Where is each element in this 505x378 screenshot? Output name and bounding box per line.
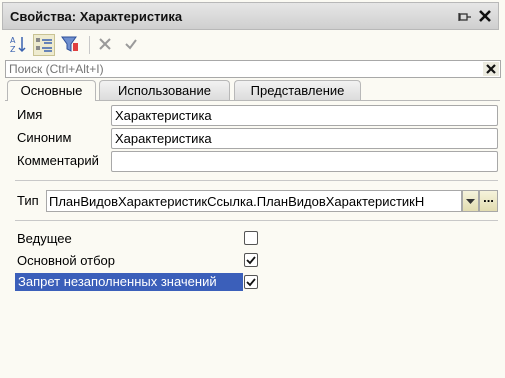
filter-icon xyxy=(61,36,78,52)
search-clear-button[interactable] xyxy=(483,62,499,76)
checkmark-icon xyxy=(246,256,256,265)
search-input[interactable] xyxy=(7,61,481,77)
type-value: ПланВидовХарактеристикСсылка.ПланВидовХа… xyxy=(49,194,425,209)
section-divider xyxy=(15,220,498,221)
synonym-label: Синоним xyxy=(17,130,72,145)
cancel-icon xyxy=(99,38,111,50)
apply-button[interactable] xyxy=(121,34,143,56)
categorized-view-icon xyxy=(36,38,52,52)
toolbar-separator xyxy=(89,36,90,54)
pin-icon[interactable] xyxy=(458,11,472,23)
comment-field-box xyxy=(111,151,498,172)
synonym-field-box xyxy=(111,128,498,149)
clear-icon xyxy=(486,64,496,74)
checkbox-label-leading: Ведущее xyxy=(17,231,72,246)
search-box xyxy=(5,60,501,78)
name-field[interactable] xyxy=(112,106,497,125)
sort-alphabetical-button[interactable]: A Z xyxy=(8,34,30,56)
type-select-button[interactable]: ... xyxy=(479,190,498,212)
checkbox-no-empty-values[interactable] xyxy=(244,275,258,289)
close-icon[interactable] xyxy=(478,9,492,23)
checkbox-main-filter[interactable] xyxy=(244,253,258,267)
sort-alphabetical-icon: A Z xyxy=(10,36,26,54)
checkmark-icon xyxy=(246,278,256,287)
toolbar: A Z xyxy=(2,31,499,59)
type-label: Тип xyxy=(17,193,39,208)
svg-text:A: A xyxy=(10,36,16,45)
checkbox-label-main-filter: Основной отбор xyxy=(17,253,116,268)
section-divider xyxy=(15,180,498,181)
comment-label: Комментарий xyxy=(17,153,99,168)
filter-button[interactable] xyxy=(60,34,82,56)
name-label: Имя xyxy=(17,107,43,122)
tab-presentation[interactable]: Представление xyxy=(234,80,361,100)
window-titlebar: Свойства: Характеристика xyxy=(2,2,499,30)
tab-main[interactable]: Основные xyxy=(7,80,96,101)
name-field-box xyxy=(111,105,498,126)
type-field[interactable]: ПланВидовХарактеристикСсылка.ПланВидовХа… xyxy=(46,190,462,212)
chevron-down-icon xyxy=(466,199,475,204)
categorized-view-button[interactable] xyxy=(33,34,55,56)
synonym-field[interactable] xyxy=(112,129,497,148)
window-title: Свойства: Характеристика xyxy=(10,9,183,24)
svg-text:Z: Z xyxy=(10,45,16,54)
checkbox-label-no-empty-values: Запрет незаполненных значений xyxy=(15,273,243,291)
tab-bar: Основные Использование Представление xyxy=(5,80,500,101)
type-dropdown-button[interactable] xyxy=(462,190,479,212)
apply-check-icon xyxy=(125,39,137,50)
checkbox-leading[interactable] xyxy=(244,231,258,245)
tab-usage[interactable]: Использование xyxy=(99,80,230,100)
cancel-button[interactable] xyxy=(95,34,117,56)
comment-field[interactable] xyxy=(112,152,497,171)
